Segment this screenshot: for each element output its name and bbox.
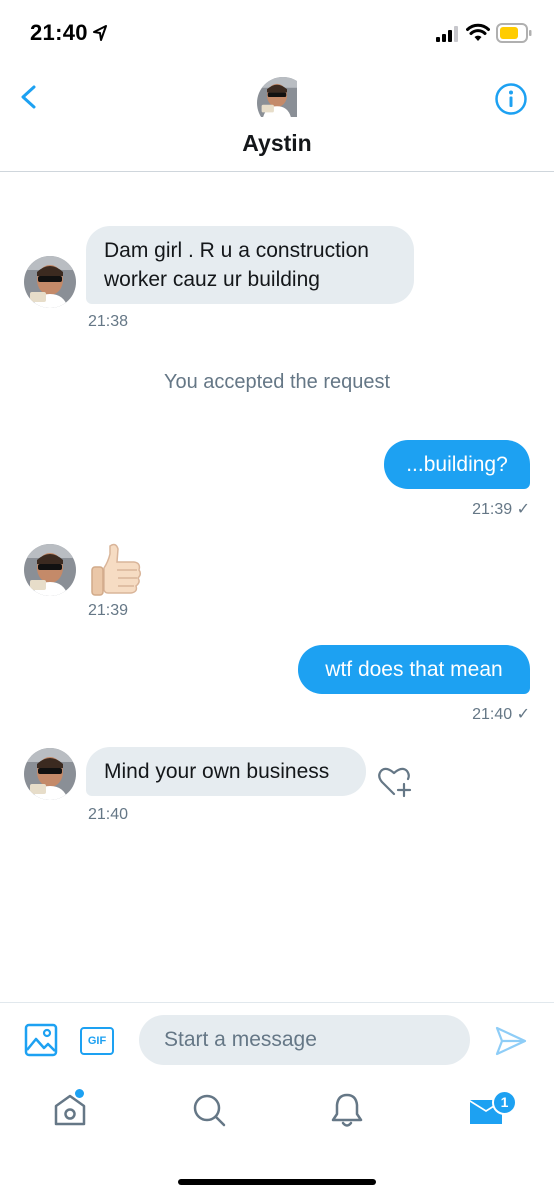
header-avatar[interactable] <box>257 77 309 129</box>
message-text: Mind your own business <box>104 760 330 783</box>
outgoing-message-bubble[interactable]: ...building? <box>384 440 530 489</box>
message-text: wtf does that mean <box>325 658 503 681</box>
system-message: You accepted the request <box>163 371 391 393</box>
contact-name[interactable]: Aystin <box>0 130 554 157</box>
incoming-message-bubble[interactable]: Mind your own business <box>86 747 366 796</box>
avatar-photo <box>257 77 297 117</box>
home-indicator <box>178 1179 376 1185</box>
sender-avatar[interactable] <box>24 256 76 308</box>
message-text-line: worker cauz ur building <box>104 268 320 291</box>
status-bar: 21:40 <box>0 0 554 66</box>
incoming-message-bubble[interactable]: Dam girl . R u a construction worker cau… <box>86 226 414 304</box>
info-icon[interactable] <box>494 82 528 116</box>
status-time: 21:40 <box>30 20 88 45</box>
heart-plus-icon[interactable] <box>376 764 414 800</box>
signal-icon <box>436 26 458 42</box>
tab-bar: 1 <box>0 1076 554 1199</box>
wifi-icon <box>466 23 490 41</box>
message-text-line: Dam girl . R u a construction <box>104 239 369 262</box>
message-timestamp: 21:40 <box>88 806 129 823</box>
home-notification-dot <box>75 1089 84 1098</box>
home-icon[interactable] <box>50 1090 90 1130</box>
message-timestamp: 21:40 ✓ <box>380 704 530 724</box>
message-timestamp: 21:39 <box>88 602 129 619</box>
thumbs-up-icon[interactable] <box>88 540 144 600</box>
gif-button[interactable]: GIF <box>80 1027 114 1055</box>
sent-check-icon: ✓ <box>516 501 530 518</box>
battery-icon <box>496 23 532 43</box>
message-input[interactable] <box>139 1015 470 1065</box>
message-timestamp: 21:38 <box>88 313 129 330</box>
bell-icon[interactable] <box>327 1090 367 1130</box>
search-icon[interactable] <box>189 1090 229 1130</box>
message-composer: GIF <box>0 1002 554 1076</box>
sender-avatar[interactable] <box>24 544 76 596</box>
avatar-photo <box>24 544 76 596</box>
timestamp-text: 21:39 <box>472 501 513 518</box>
sent-check-icon: ✓ <box>516 706 530 723</box>
message-text: ...building? <box>406 453 508 476</box>
timestamp-text: 21:40 <box>472 706 513 723</box>
image-icon[interactable] <box>24 1023 58 1057</box>
sender-avatar[interactable] <box>24 748 76 800</box>
outgoing-message-bubble[interactable]: wtf does that mean <box>298 645 530 694</box>
messages-badge: 1 <box>492 1090 517 1115</box>
avatar-photo <box>24 748 76 800</box>
back-chevron-icon[interactable] <box>14 82 44 112</box>
conversation-header: Aystin <box>0 66 554 172</box>
avatar-photo <box>24 256 76 308</box>
location-arrow-icon <box>93 25 107 41</box>
message-timestamp: 21:39 ✓ <box>380 499 530 519</box>
send-icon[interactable] <box>494 1025 528 1057</box>
